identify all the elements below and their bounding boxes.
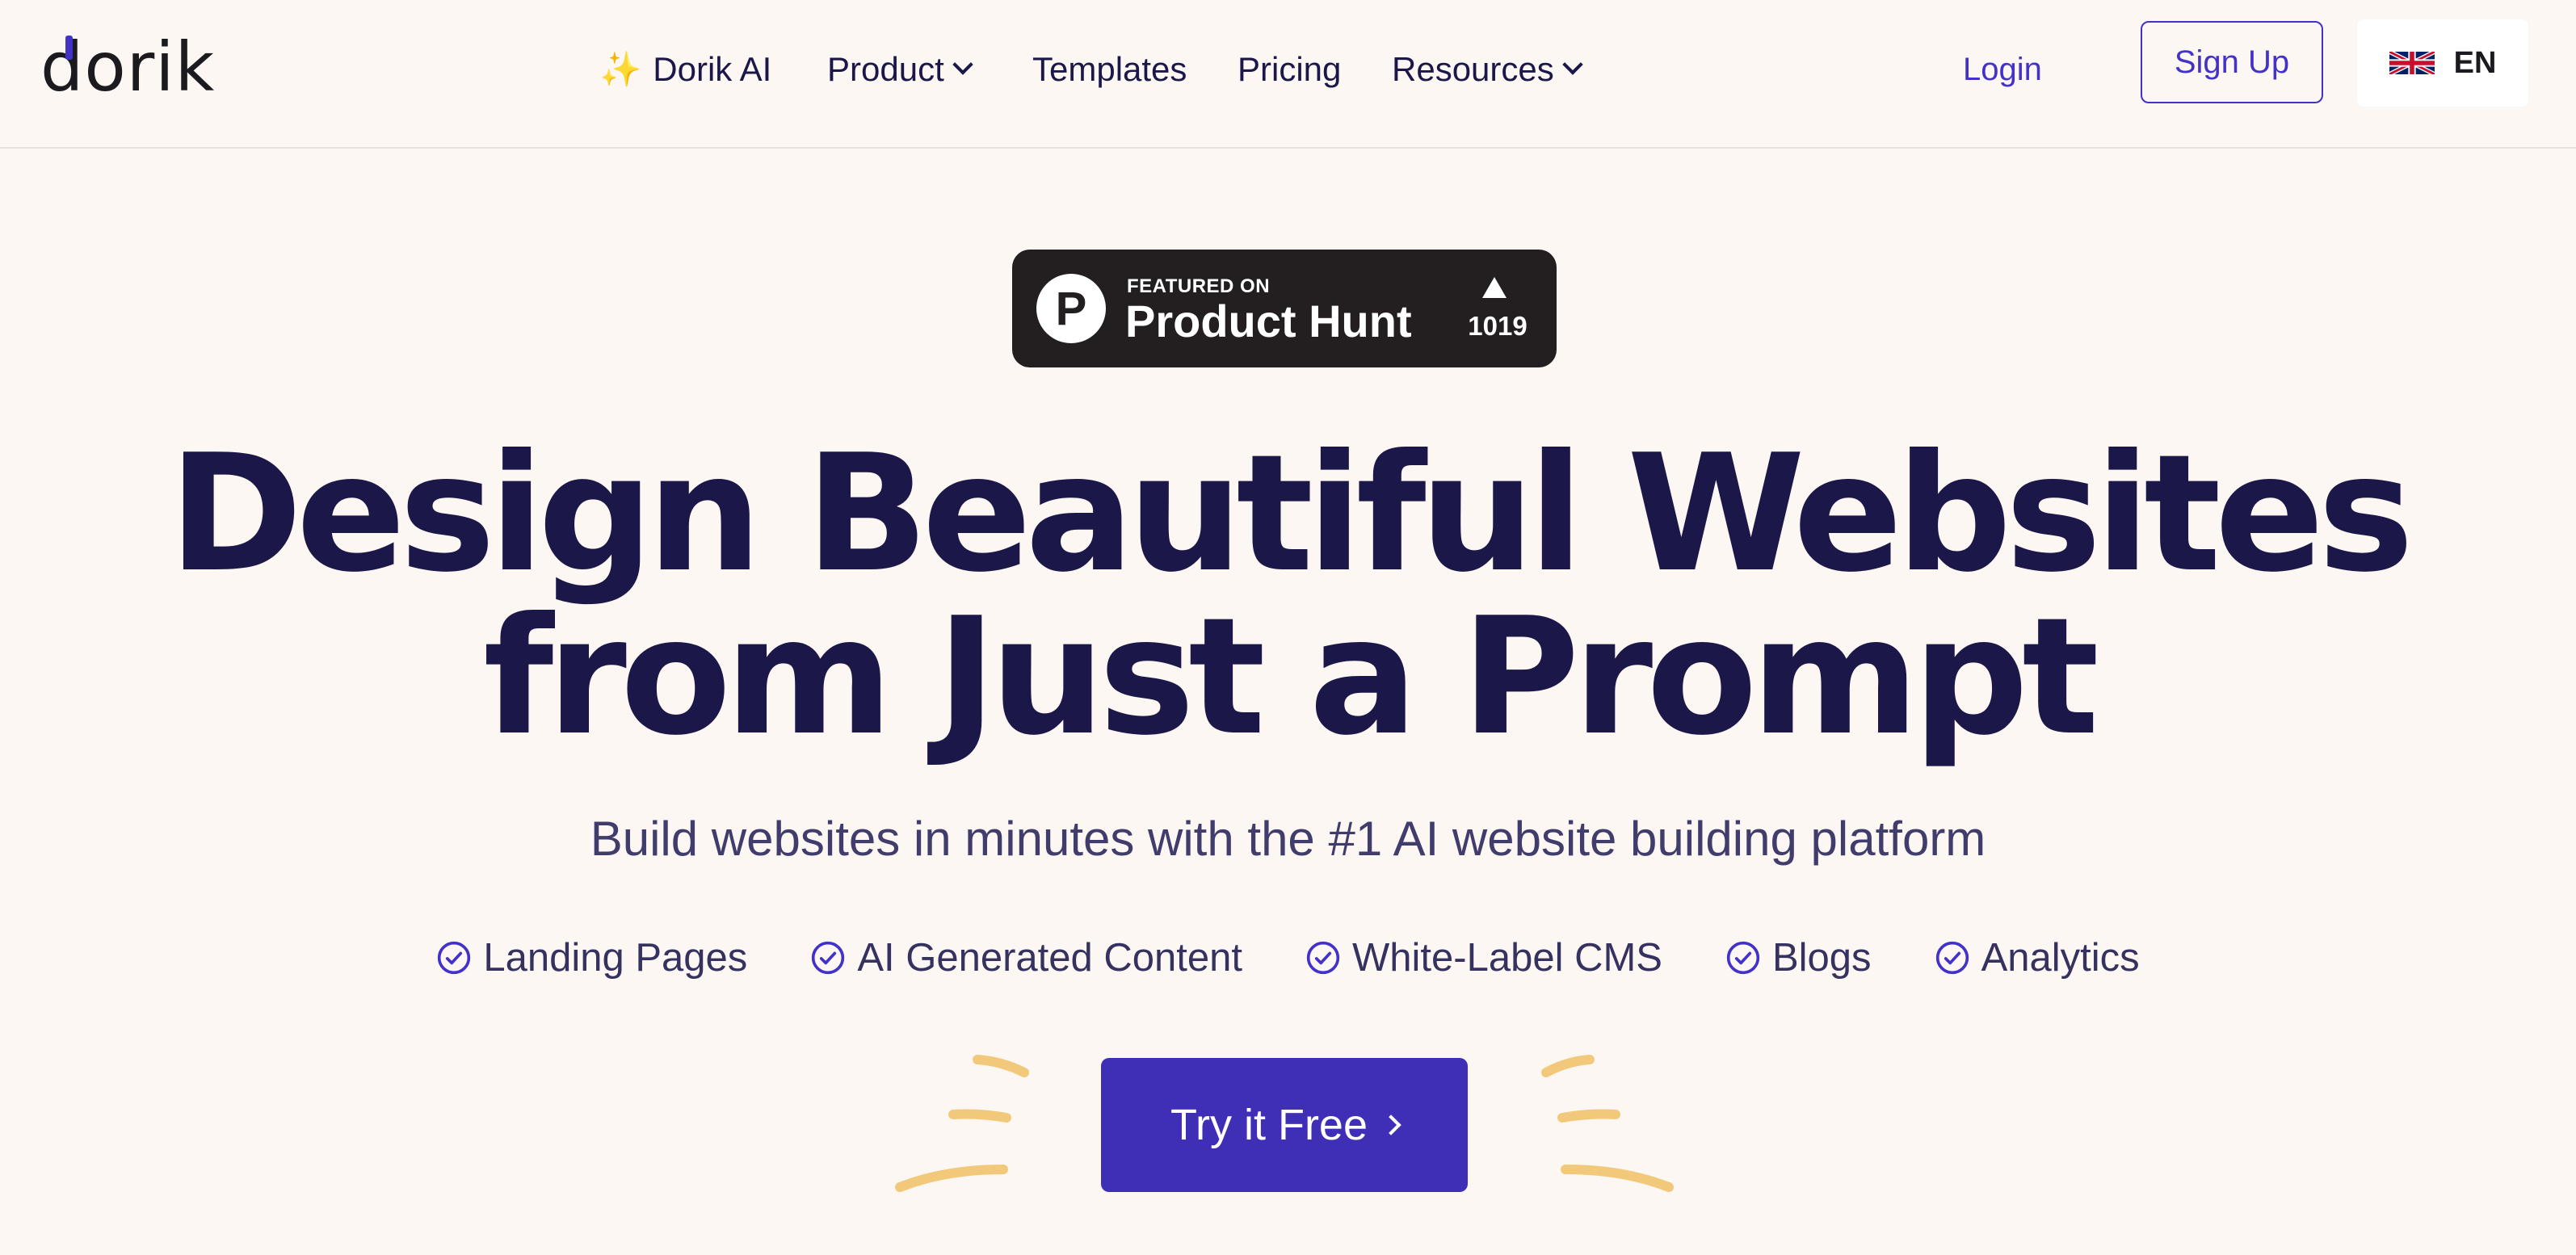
nav-product[interactable]: Product [827,45,973,94]
site-header: dorik ✨ Dorik AI Product Templates Prici… [0,0,2576,149]
nav-dorik-ai-label: Dorik AI [653,50,772,88]
product-hunt-logo-icon: P [1036,274,1106,343]
check-circle-icon [1726,941,1760,975]
check-circle-icon [812,941,845,975]
language-selector[interactable]: EN [2357,19,2528,107]
nav-pricing-label: Pricing [1238,50,1342,88]
sparkle-icon: ✨ [599,49,642,88]
login-link[interactable]: Login [1963,45,2042,94]
hero-title-line-2: from Just a Prompt [483,583,2099,771]
language-code: EN [2453,45,2497,80]
signup-button[interactable]: Sign Up [2141,21,2323,103]
feature-item: Analytics [1935,935,2140,980]
hero-title-line-1: Design Beautiful Websites [168,420,2414,608]
feature-item: AI Generated Content [810,935,1242,980]
feature-label: Analytics [1981,936,2140,980]
nav-pricing[interactable]: Pricing [1238,45,1341,94]
check-circle-icon [1306,941,1340,975]
product-hunt-badge[interactable]: P FEATURED ON Product Hunt 1019 [1012,250,1557,367]
nav-product-label: Product [827,50,944,88]
feature-item: White-Label CMS [1305,935,1662,980]
logo-text: dorik [40,27,216,107]
cta-label: Try it Free [1170,1101,1368,1149]
check-circle-icon [438,941,471,975]
uk-flag-icon [2389,52,2435,74]
dorik-logo[interactable]: dorik [40,31,215,103]
chevron-down-icon [1562,54,1583,75]
hero-subtitle: Build websites in minutes with the #1 AI… [590,812,1986,866]
product-hunt-logo-letter: P [1055,282,1087,335]
badge-product-name: Product Hunt [1125,296,1412,346]
feature-label: AI Generated Content [857,936,1243,980]
nav-resources[interactable]: Resources [1392,45,1583,94]
chevron-down-icon [952,54,973,75]
nav-templates-label: Templates [1032,50,1187,88]
nav-templates[interactable]: Templates [1032,45,1187,94]
feature-label: Landing Pages [483,936,748,980]
logo-accent: dorik [40,31,215,103]
upvote-triangle-icon [1482,277,1507,298]
check-circle-icon [1935,941,1969,975]
burst-right-icon [1541,1055,1674,1192]
burst-left-icon [895,1055,1029,1192]
chevron-right-icon [1380,1114,1401,1135]
feature-item: Blogs [1725,935,1872,980]
upvote-count: 1019 [1468,311,1528,341]
nav-resources-label: Resources [1392,50,1554,88]
try-it-free-button[interactable]: Try it Free [1101,1058,1468,1192]
feature-label: White-Label CMS [1352,936,1662,980]
feature-label: Blogs [1771,936,1872,980]
feature-list: Landing Pages AI Generated Content White… [0,935,2576,980]
feature-item: Landing Pages [436,935,747,980]
nav-dorik-ai[interactable]: ✨ Dorik AI [599,45,771,94]
